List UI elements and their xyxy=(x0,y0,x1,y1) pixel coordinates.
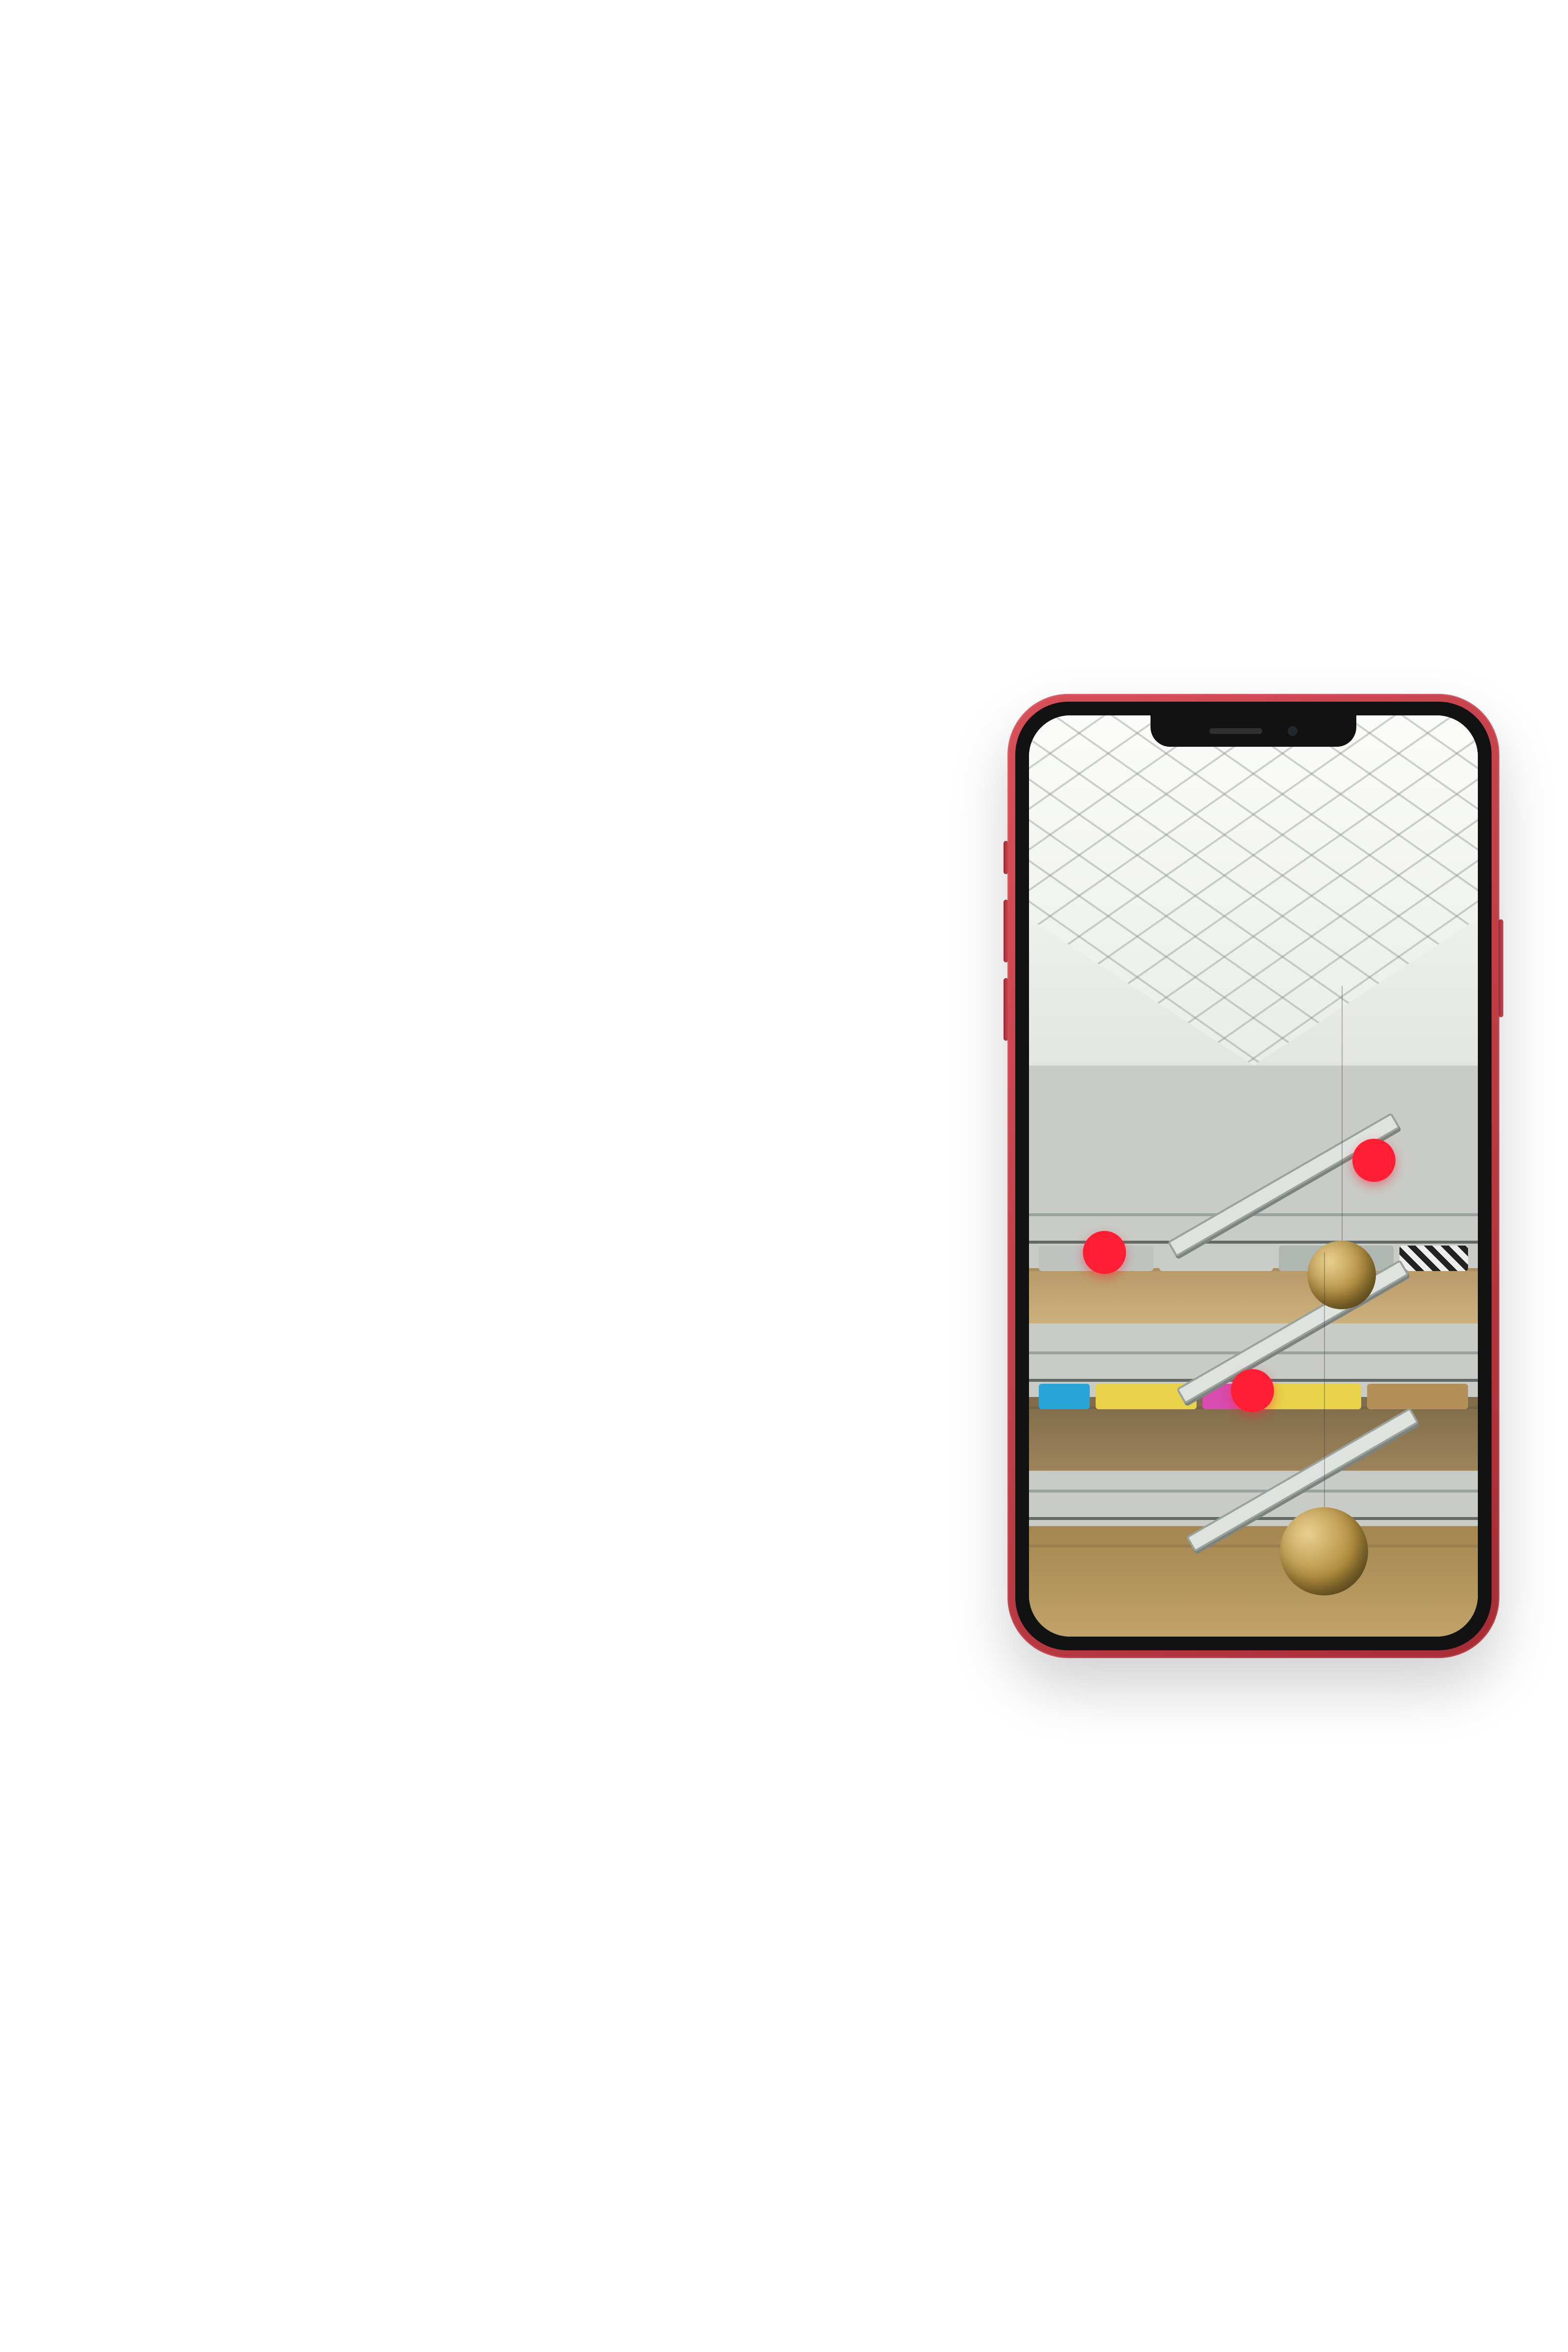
power-button xyxy=(1498,919,1503,1017)
decor-sphere xyxy=(1280,1508,1369,1596)
speaker-grille xyxy=(1209,728,1262,734)
volume-up-button xyxy=(1004,900,1008,962)
glass-roof xyxy=(1029,715,1478,1065)
volume-down-button xyxy=(1004,978,1008,1041)
front-camera xyxy=(1288,726,1298,736)
ar-camera-screen[interactable] xyxy=(1029,715,1478,1637)
balcony-rail xyxy=(1029,1489,1478,1492)
mockup-stage: 9:41 BURGER xyxy=(0,0,1568,2352)
device-notch xyxy=(1151,715,1356,747)
decor-sphere xyxy=(1307,1241,1376,1309)
mall-interior-background xyxy=(1029,715,1478,1637)
phone-frame-ar xyxy=(1007,694,1499,1658)
escalator xyxy=(1168,1112,1400,1257)
balcony-rail xyxy=(1029,1213,1478,1216)
mute-switch xyxy=(1004,841,1008,874)
